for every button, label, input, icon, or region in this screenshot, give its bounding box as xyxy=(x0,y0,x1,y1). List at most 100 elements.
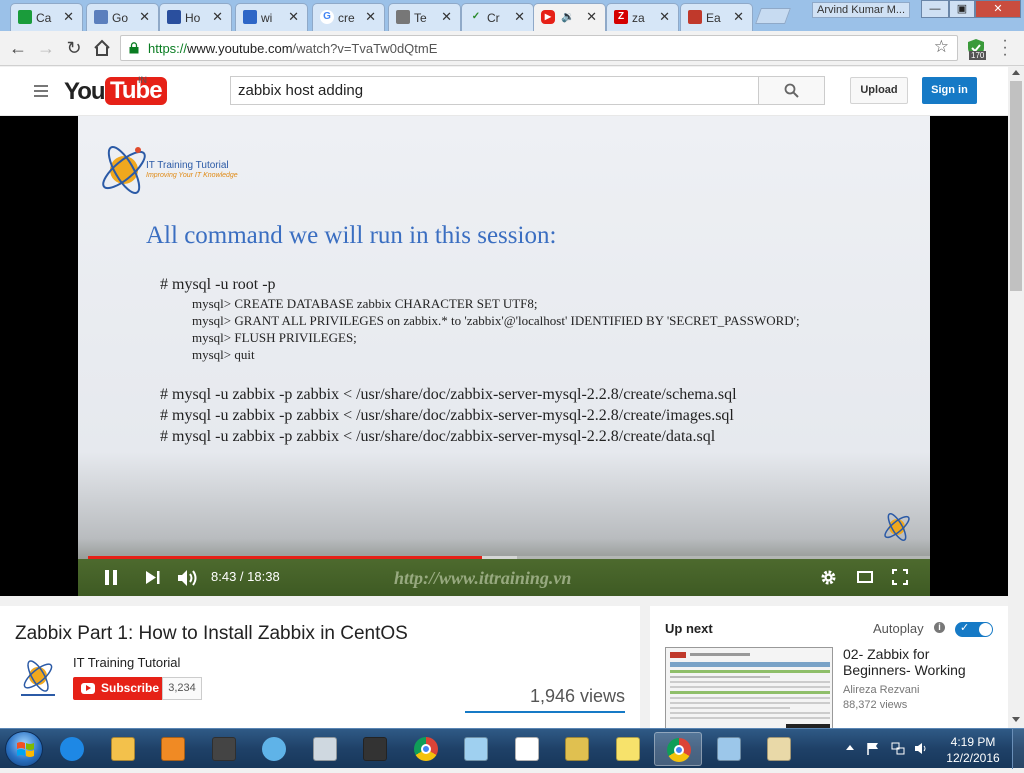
scroll-thumb[interactable] xyxy=(1010,81,1022,291)
mr-app-icon xyxy=(211,737,236,761)
mail-red-icon xyxy=(688,10,702,24)
upload-button[interactable]: Upload xyxy=(850,77,908,104)
browser-tab[interactable]: Gcre ✕ xyxy=(312,3,385,31)
close-tab-icon[interactable]: ✕ xyxy=(212,9,223,25)
network-connect-icon xyxy=(565,737,589,761)
taskbar-app-network-connect[interactable] xyxy=(553,732,601,766)
video-watermark: http://www.ittraining.vn xyxy=(394,568,572,588)
close-tab-icon[interactable]: ✕ xyxy=(288,9,299,25)
channel-name[interactable]: IT Training Tutorial xyxy=(73,655,180,670)
taskbar-app-network[interactable] xyxy=(301,732,349,766)
browser-tab[interactable]: ▶ 🔉 ✕ xyxy=(533,3,606,31)
show-hidden-icons-icon[interactable] xyxy=(846,745,854,750)
taskbar-app-mr-app[interactable] xyxy=(200,732,248,766)
tab-label: Ca xyxy=(36,11,52,25)
taskbar-app-explorer[interactable] xyxy=(99,732,147,766)
sign-in-button[interactable]: Sign in xyxy=(922,77,977,104)
subscribe-button[interactable]: Subscribe xyxy=(73,677,162,700)
back-icon[interactable]: ← xyxy=(7,37,29,59)
bookmark-star-icon[interactable]: ☆ xyxy=(934,37,949,57)
next-video-title[interactable]: 02- Zabbix for Beginners- Working xyxy=(843,646,988,680)
video-player[interactable]: IT Training Tutorial Improving Your IT K… xyxy=(0,116,1008,596)
taskbar-app-vnc[interactable] xyxy=(503,732,551,766)
browser-tab[interactable]: wi ✕ xyxy=(235,3,308,31)
tab-label: Go xyxy=(112,11,129,25)
volume-icon[interactable] xyxy=(178,570,200,586)
flag-icon[interactable] xyxy=(866,742,880,755)
browser-tab[interactable]: Ea ✕ xyxy=(680,3,753,31)
slide-command-line: # mysql -u zabbix -p zabbix < /usr/share… xyxy=(160,428,716,445)
taskbar-app-chat[interactable] xyxy=(250,732,298,766)
browser-tab[interactable]: Go ✕ xyxy=(86,3,159,31)
taskbar-app-media-player[interactable] xyxy=(149,732,197,766)
check-icon: ✓ xyxy=(960,622,970,634)
taskbar-app-camera[interactable] xyxy=(351,732,399,766)
theater-mode-icon[interactable] xyxy=(857,571,873,583)
taskbar-app-book[interactable] xyxy=(452,732,500,766)
clock-time[interactable]: 4:19 PM xyxy=(938,735,1008,749)
next-video-thumbnail[interactable] xyxy=(665,647,833,731)
channel-avatar[interactable] xyxy=(15,656,61,702)
minimize-button[interactable]: — xyxy=(921,0,949,18)
taskbar-app-chrome[interactable] xyxy=(654,732,702,766)
browser-tab[interactable]: Te ✕ xyxy=(388,3,461,31)
browser-tab[interactable]: Ca ✕ xyxy=(10,3,83,31)
browser-tab[interactable]: ✓ Cr ✕ xyxy=(461,3,534,31)
taskbar-app-chrome[interactable] xyxy=(402,732,450,766)
page-scrollbar[interactable] xyxy=(1008,67,1024,728)
lock-icon xyxy=(129,42,139,54)
close-tab-icon[interactable]: ✕ xyxy=(365,9,376,25)
tab-label: Cr xyxy=(487,11,500,25)
hamburger-menu-icon[interactable] xyxy=(34,85,48,97)
network-tray-icon[interactable] xyxy=(891,742,905,755)
reload-icon[interactable]: ↻ xyxy=(63,37,85,59)
autoplay-toggle[interactable]: ✓ xyxy=(955,622,993,637)
url-text[interactable]: https://www.youtube.com/watch?v=TvaTw0dQ… xyxy=(148,41,437,56)
home-icon[interactable] xyxy=(91,37,113,59)
maximize-button[interactable]: ▣ xyxy=(949,0,975,18)
address-bar[interactable]: https://www.youtube.com/watch?v=TvaTw0dQ… xyxy=(120,35,958,61)
taskbar-app-sticky-notes[interactable] xyxy=(604,732,652,766)
settings-gear-icon[interactable] xyxy=(820,569,837,586)
pause-icon[interactable] xyxy=(104,570,118,585)
next-video-icon[interactable] xyxy=(146,571,160,584)
clock-date[interactable]: 12/2/2016 xyxy=(938,751,1008,765)
slide-command-line: mysql> CREATE DATABASE zabbix CHARACTER … xyxy=(192,296,538,311)
subscriber-count: 3,234 xyxy=(162,677,202,700)
tab-label: cre xyxy=(338,11,355,25)
extension-badge: 170 xyxy=(969,51,987,60)
taskbar-app-paint[interactable] xyxy=(755,732,803,766)
scroll-down-arrow-icon[interactable] xyxy=(1012,717,1020,722)
video-title: Zabbix Part 1: How to Install Zabbix in … xyxy=(15,623,408,644)
chrome-icon xyxy=(667,738,691,762)
close-tab-icon[interactable]: ✕ xyxy=(139,9,150,25)
close-tab-icon[interactable]: ✕ xyxy=(514,9,525,25)
taskbar-app-control-panel[interactable] xyxy=(705,732,753,766)
new-tab-button[interactable] xyxy=(755,8,791,24)
show-desktop-button[interactable] xyxy=(1012,729,1024,769)
browser-tab[interactable]: Ho ✕ xyxy=(159,3,232,31)
camera-icon xyxy=(363,737,387,761)
close-tab-icon[interactable]: ✕ xyxy=(63,9,74,25)
close-tab-icon[interactable]: ✕ xyxy=(659,9,670,25)
chrome-menu-icon[interactable]: · · · xyxy=(1000,33,1010,63)
info-icon[interactable]: i xyxy=(934,622,945,633)
doc-bracket-icon xyxy=(243,10,257,24)
check-icon: ✓ xyxy=(471,11,481,22)
audio-playing-icon[interactable]: 🔉 xyxy=(561,10,575,23)
view-count: 1,946 views xyxy=(529,686,625,706)
search-button[interactable] xyxy=(758,76,825,105)
browser-tab[interactable]: Zza ✕ xyxy=(606,3,679,31)
close-tab-icon[interactable]: ✕ xyxy=(586,9,597,25)
close-tab-icon[interactable]: ✕ xyxy=(733,9,744,25)
search-input[interactable] xyxy=(231,77,758,104)
scroll-up-arrow-icon[interactable] xyxy=(1012,70,1020,75)
taskbar-app-ie[interactable] xyxy=(48,732,96,766)
fullscreen-icon[interactable] xyxy=(892,569,908,585)
close-window-button[interactable]: ✕ xyxy=(975,0,1021,18)
close-tab-icon[interactable]: ✕ xyxy=(441,9,452,25)
forward-icon[interactable]: → xyxy=(35,37,57,59)
speaker-tray-icon[interactable] xyxy=(915,742,929,755)
start-button[interactable] xyxy=(5,731,43,767)
profile-button[interactable]: Arvind Kumar M... xyxy=(812,2,910,18)
